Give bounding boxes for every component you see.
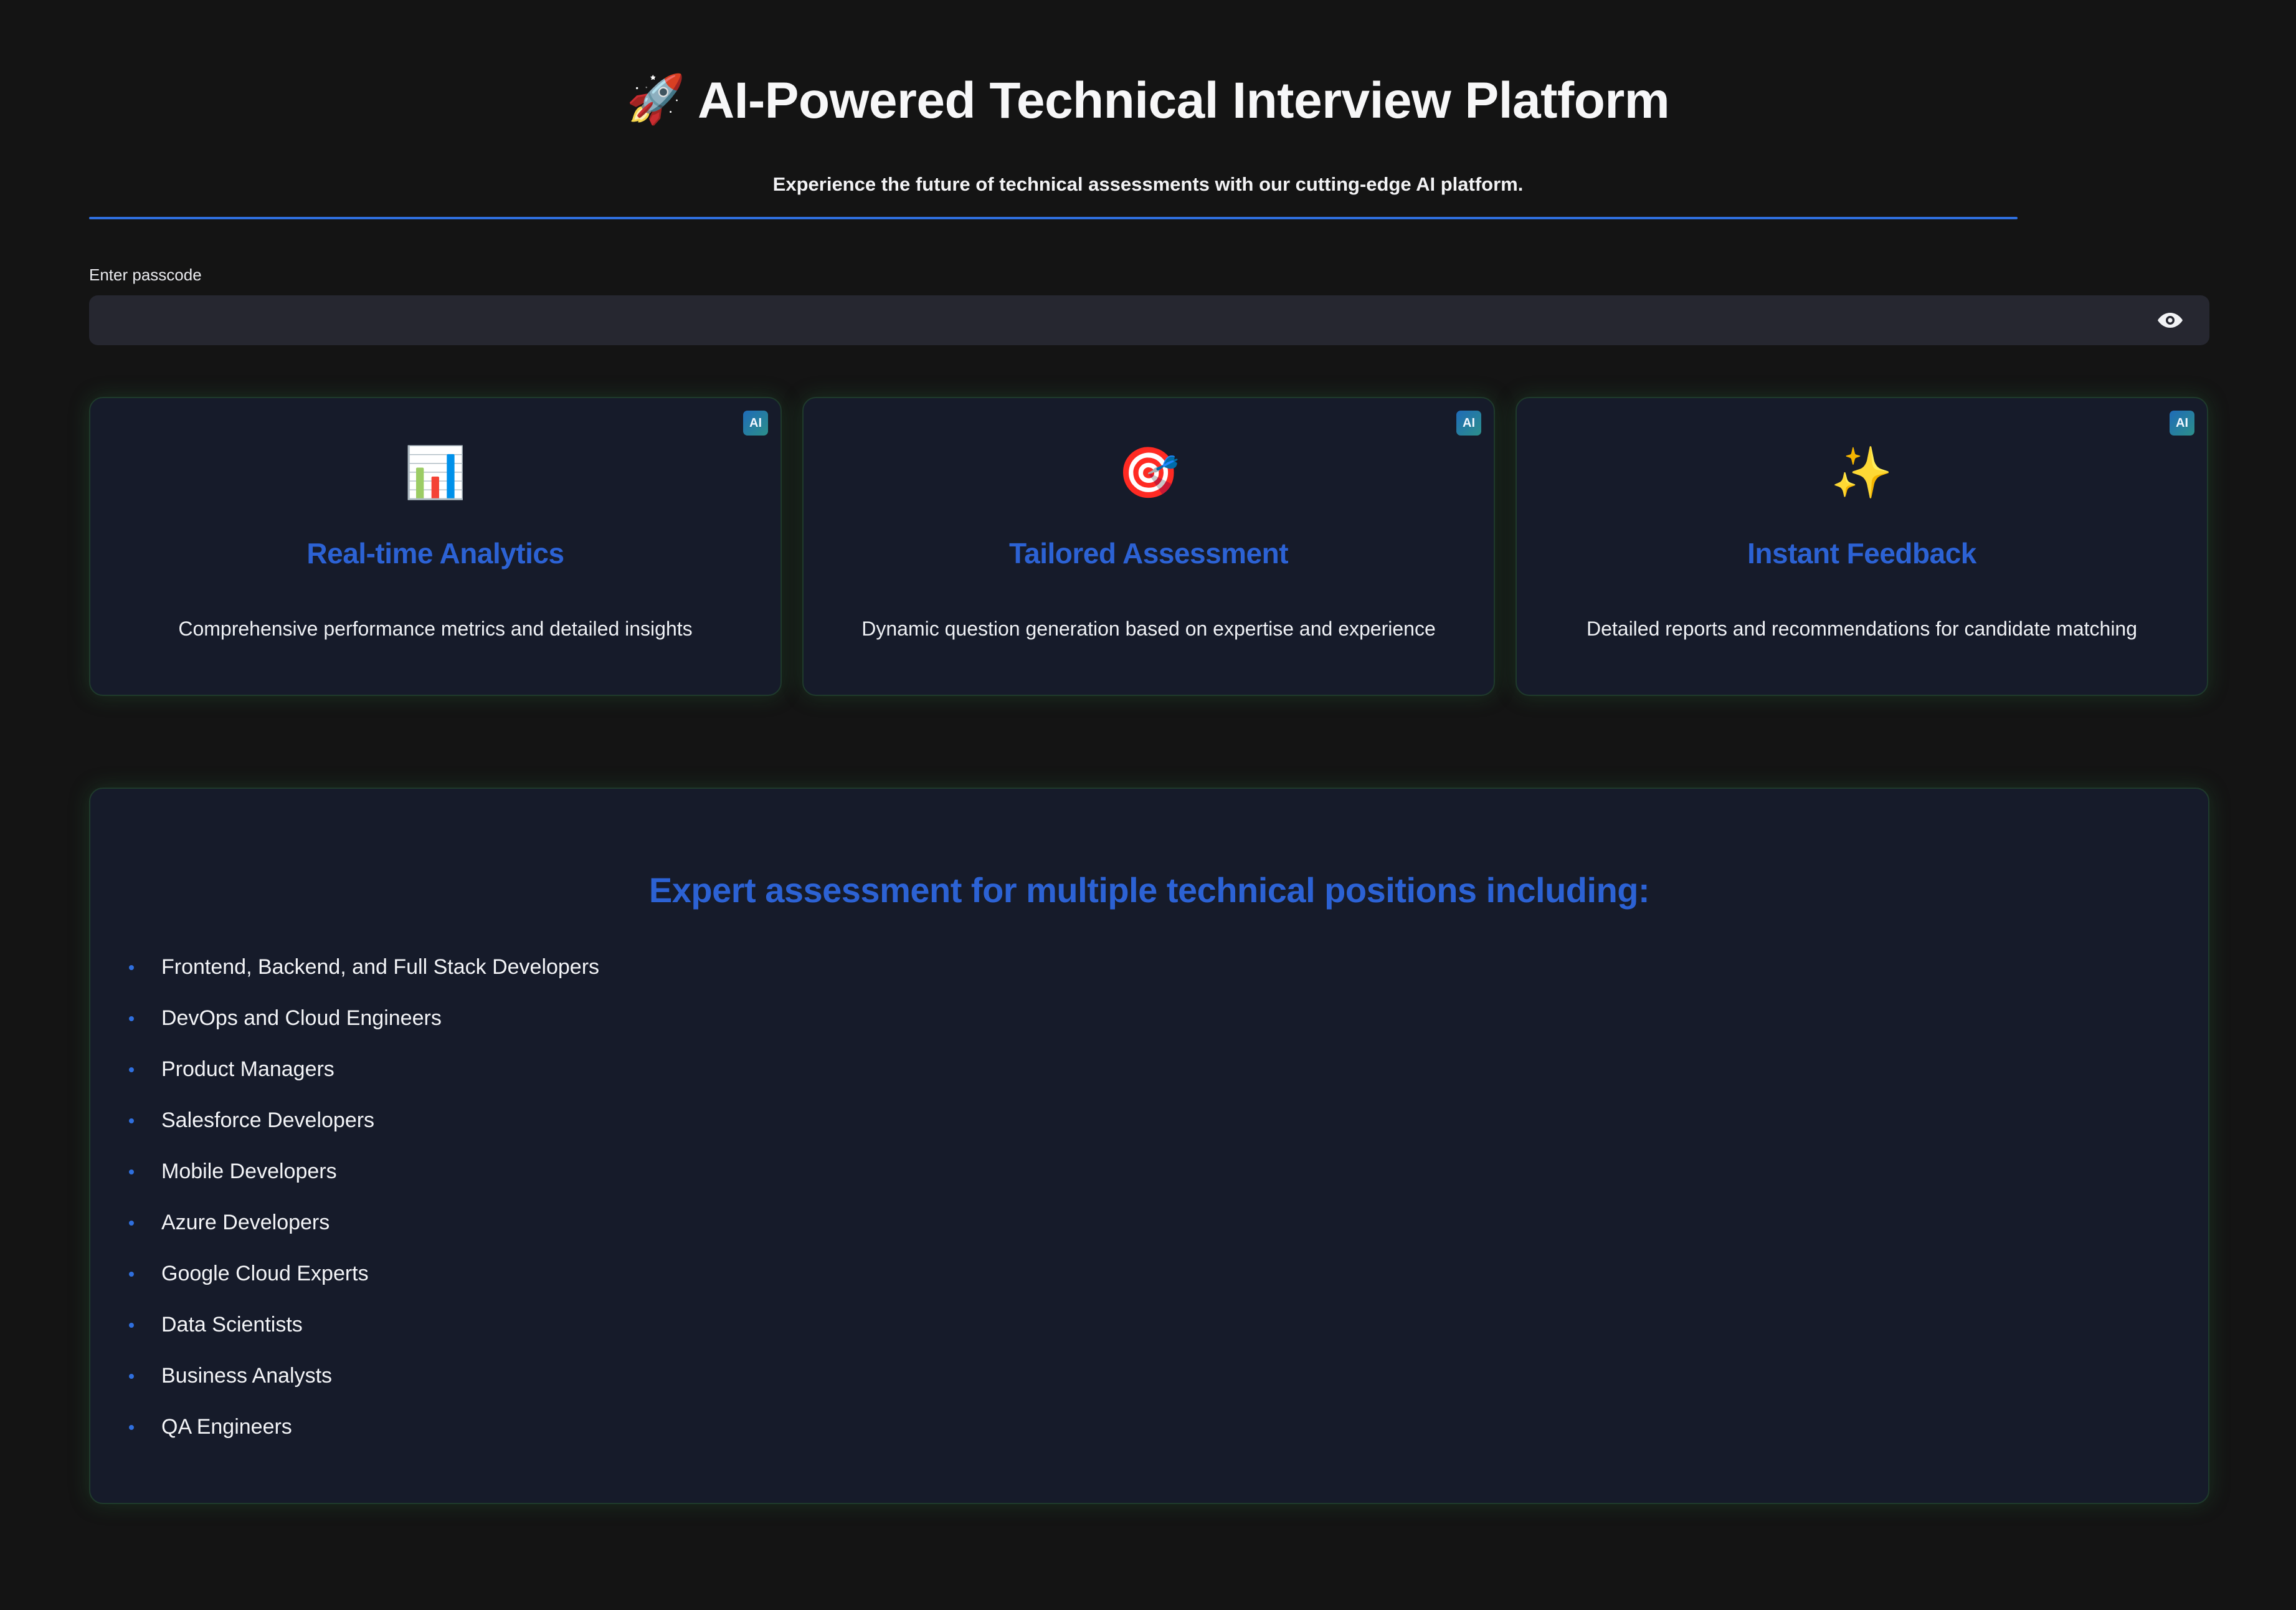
list-item: Product Managers — [128, 1057, 599, 1108]
ai-badge: AI — [2170, 411, 2194, 436]
ai-badge: AI — [1456, 411, 1481, 436]
ai-badge: AI — [743, 411, 768, 436]
list-item: Salesforce Developers — [128, 1108, 599, 1159]
feature-card-feedback: AI ✨ Instant Feedback Detailed reports a… — [1516, 397, 2208, 696]
page-subtitle: Experience the future of technical asses… — [772, 173, 1524, 195]
feature-description: Comprehensive performance metrics and de… — [178, 617, 693, 640]
rocket-icon: 🚀 — [626, 73, 686, 126]
page-title-text: AI-Powered Technical Interview Platform — [697, 72, 1670, 129]
feature-card-analytics: AI 📊 Real-time Analytics Comprehensive p… — [89, 397, 782, 696]
list-item: QA Engineers — [128, 1414, 599, 1465]
list-item: Azure Developers — [128, 1210, 599, 1261]
feature-title: Instant Feedback — [1747, 537, 1976, 569]
feature-description: Detailed reports and recommendations for… — [1586, 617, 2138, 640]
passcode-field[interactable] — [89, 295, 2209, 346]
page-title: 🚀 AI-Powered Technical Interview Platform — [0, 69, 2296, 132]
eye-icon[interactable] — [2157, 312, 2183, 329]
list-item: Data Scientists — [128, 1312, 599, 1363]
list-item: DevOps and Cloud Engineers — [128, 1006, 599, 1057]
feature-title: Real-time Analytics — [306, 537, 564, 569]
target-icon: 🎯 — [1117, 445, 1180, 500]
passcode-input[interactable] — [104, 295, 2150, 346]
positions-heading: Expert assessment for multiple technical… — [648, 870, 1650, 910]
list-item: Business Analysts — [128, 1363, 599, 1414]
list-item: Frontend, Backend, and Full Stack Develo… — [128, 955, 599, 1006]
sparkles-icon: ✨ — [1831, 445, 1893, 500]
feature-card-assessment: AI 🎯 Tailored Assessment Dynamic questio… — [802, 397, 1495, 696]
bar-chart-icon: 📊 — [404, 445, 467, 500]
app-page: 🚀 AI-Powered Technical Interview Platform… — [0, 0, 2296, 1610]
feature-description: Dynamic question generation based on exp… — [861, 617, 1436, 640]
positions-panel: Expert assessment for multiple technical… — [89, 788, 2209, 1504]
list-item: Google Cloud Experts — [128, 1261, 599, 1312]
positions-list: Frontend, Backend, and Full Stack Develo… — [128, 955, 599, 1465]
passcode-label: Enter passcode — [89, 265, 202, 284]
header-divider — [89, 217, 2018, 219]
list-item: Mobile Developers — [128, 1159, 599, 1210]
feature-title: Tailored Assessment — [1008, 537, 1289, 569]
